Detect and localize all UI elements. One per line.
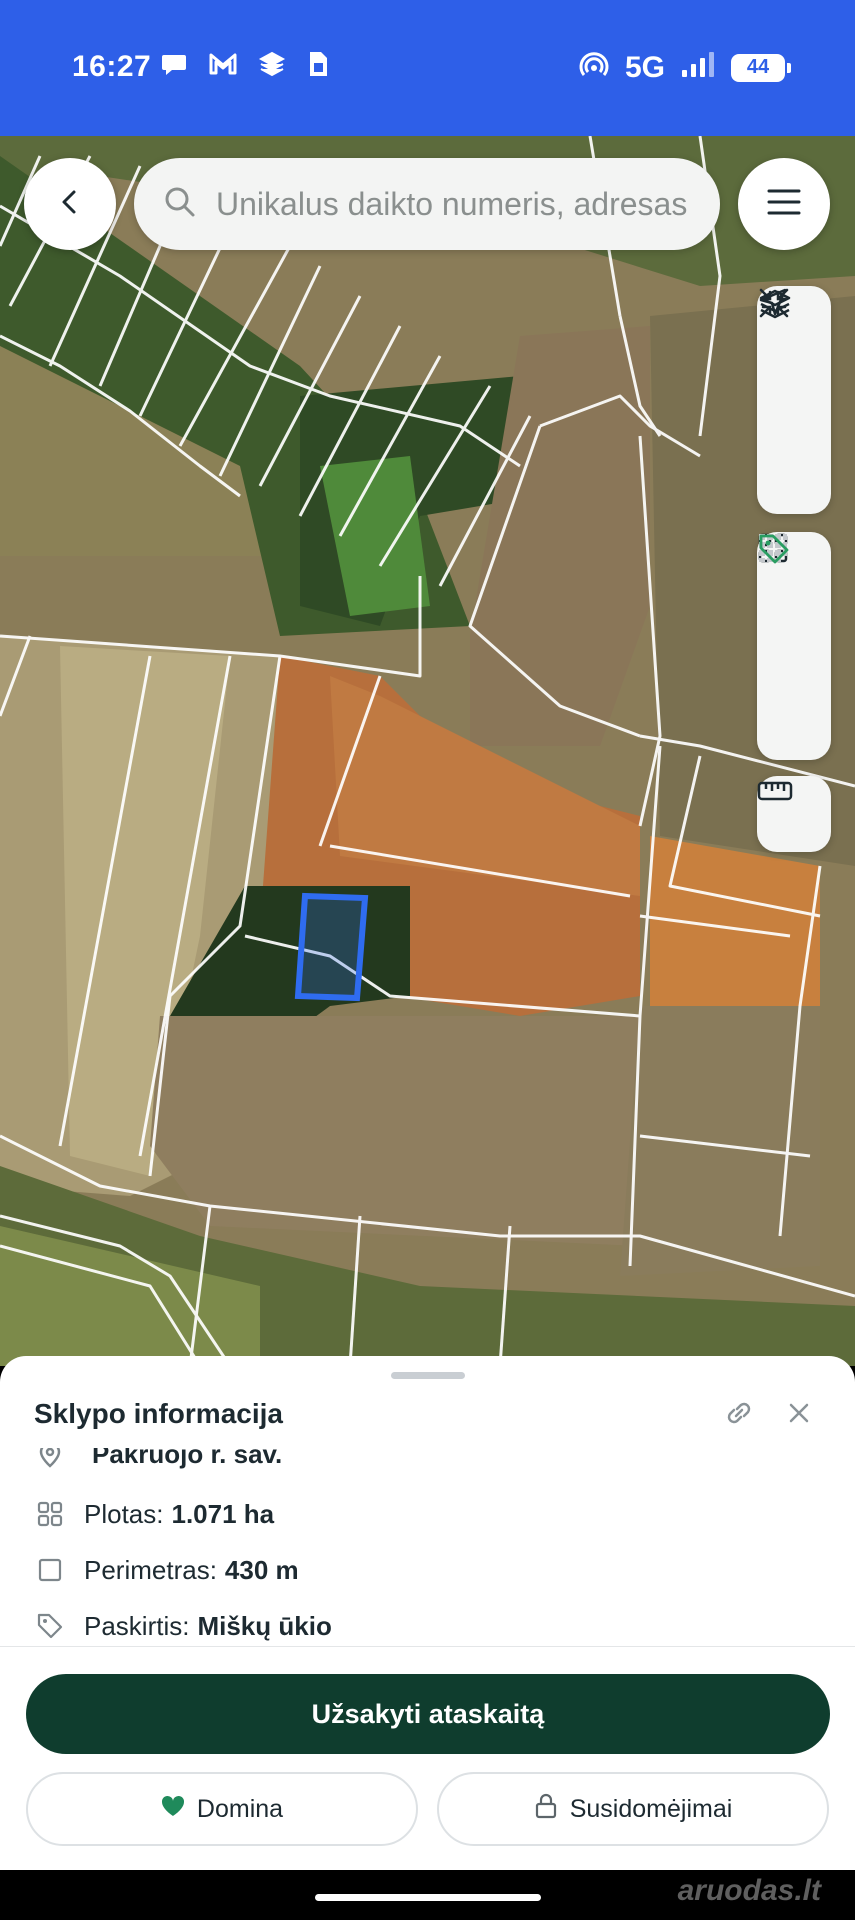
map-tools-group-1	[757, 286, 831, 514]
map-tools-group-2	[757, 532, 831, 760]
order-report-button[interactable]: Užsakyti ataskaitą	[26, 1674, 830, 1754]
menu-button[interactable]	[738, 158, 830, 250]
info-value: 430 m	[224, 1554, 299, 1585]
satellite-map[interactable]	[0, 136, 855, 1366]
interests-button[interactable]: Susidomėjimai	[437, 1772, 829, 1846]
info-label: Plotas:	[84, 1498, 164, 1529]
sim-card-icon	[306, 50, 330, 83]
chevron-left-icon	[55, 187, 85, 222]
system-icons: 5G 44	[579, 50, 791, 85]
info-row-purpose: Paskirtis: Miškų ūkio	[34, 1610, 332, 1642]
locate-button[interactable]	[757, 288, 831, 514]
network-type: 5G	[624, 50, 665, 84]
tag-filter-button[interactable]	[757, 534, 831, 760]
search-bar[interactable]: Unikalus daikto numeris, adresas	[134, 158, 720, 250]
map-imagery	[0, 136, 855, 1366]
status-time: 16:27	[72, 50, 152, 83]
grid-icon	[34, 1498, 66, 1530]
pixel-grid-button[interactable]	[757, 534, 831, 684]
parcel-info-sheet: Sklypo informacija Pakruojo r. sav. Plot…	[0, 1356, 855, 1870]
back-button[interactable]	[24, 158, 116, 250]
home-indicator[interactable]	[315, 1894, 541, 1901]
info-value: Pakruojo r. sav.	[92, 1448, 283, 1469]
info-row-municipality: Pakruojo r. sav.	[34, 1448, 282, 1470]
hamburger-icon	[767, 188, 801, 221]
info-value: 1.071 ha	[171, 1498, 275, 1529]
battery-indicator: 44	[731, 53, 791, 82]
info-value: Miškų ūkio	[197, 1610, 332, 1641]
interested-label: Domina	[196, 1794, 284, 1823]
close-icon	[782, 1403, 816, 1434]
interests-label: Susidomėjimai	[569, 1794, 733, 1823]
search-placeholder: Unikalus daikto numeris, adresas	[216, 185, 688, 222]
hotspot-icon	[579, 50, 609, 85]
layers-app-icon	[258, 50, 286, 83]
square-icon	[34, 1554, 66, 1586]
close-button[interactable]	[782, 1396, 818, 1432]
info-row-area: Plotas: 1.071 ha	[34, 1498, 274, 1530]
signal-bars-icon	[681, 52, 715, 83]
share-link-button[interactable]	[722, 1396, 758, 1432]
search-icon	[162, 184, 198, 225]
info-row-perimeter: Perimetras: 430 m	[34, 1554, 299, 1586]
info-label: Paskirtis:	[84, 1610, 190, 1641]
ruler-button[interactable]	[757, 776, 831, 852]
system-nav-bar: aruodas.lt	[0, 1870, 855, 1920]
map-tools-group-3	[757, 776, 831, 852]
tag-icon	[34, 1610, 66, 1642]
notification-icons	[160, 50, 330, 83]
interested-button[interactable]: Domina	[26, 1772, 418, 1846]
divider	[0, 1646, 855, 1647]
sheet-drag-handle[interactable]	[391, 1372, 465, 1379]
info-label: Perimetras:	[84, 1554, 217, 1585]
location-pin-icon	[34, 1448, 66, 1470]
link-icon	[722, 1402, 756, 1434]
sheet-title: Sklypo informacija	[34, 1398, 283, 1429]
status-bar: 16:27 5G 44	[0, 0, 855, 136]
lock-icon	[534, 1793, 558, 1826]
watermark: aruodas.lt	[677, 1874, 821, 1907]
chat-bubble-icon	[160, 50, 188, 83]
heart-icon	[161, 1795, 185, 1824]
gmail-icon	[208, 51, 238, 82]
info-list: Pakruojo r. sav. Plotas: 1.071 ha Perime…	[0, 1448, 855, 1600]
selected-parcel-outline[interactable]	[294, 892, 369, 1002]
collapse-button[interactable]	[757, 288, 831, 438]
